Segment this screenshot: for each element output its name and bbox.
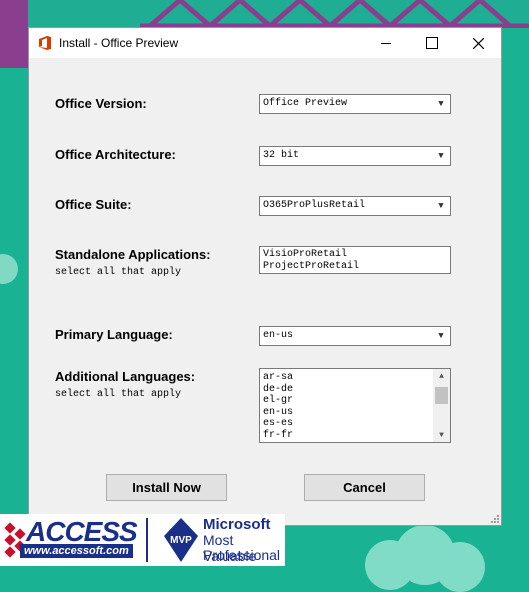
sponsor-banner: ACCESS www.accessoft.com MVP Microsoft M… <box>0 514 285 566</box>
primary-language-select[interactable]: en-us ▼ <box>259 326 451 346</box>
title-bar: Install - Office Preview <box>29 28 501 58</box>
maximize-button[interactable] <box>409 28 455 58</box>
office-suite-select[interactable]: O365ProPlusRetail ▼ <box>259 196 451 216</box>
scrollbar-thumb[interactable] <box>435 387 448 404</box>
mvp-microsoft: Microsoft <box>203 516 271 533</box>
additional-languages-hint: select all that apply <box>55 389 182 400</box>
mvp-badge-text: MVP <box>170 535 192 546</box>
languages-scrollbar[interactable]: ▲ ▼ <box>433 369 450 442</box>
access-url: www.accessoft.com <box>20 544 133 558</box>
resize-grip-icon[interactable] <box>489 513 499 523</box>
window-title: Install - Office Preview <box>59 36 179 50</box>
background-cloud <box>365 520 485 592</box>
scroll-up-icon[interactable]: ▲ <box>433 369 450 383</box>
list-item[interactable]: fr-fr <box>260 430 450 442</box>
office-architecture-select[interactable]: 32 bit ▼ <box>259 146 451 166</box>
standalone-apps-hint: select all that apply <box>55 267 182 278</box>
background-purple-block <box>0 0 28 68</box>
office-architecture-label: Office Architecture: <box>55 147 176 162</box>
list-item[interactable]: es-es <box>260 418 450 430</box>
chevron-down-icon: ▼ <box>438 99 444 109</box>
primary-language-value: en-us <box>263 330 294 341</box>
cancel-button[interactable]: Cancel <box>304 474 425 501</box>
chevron-down-icon: ▼ <box>438 151 444 161</box>
background-circle <box>0 254 18 284</box>
additional-languages-label: Additional Languages: <box>55 369 196 384</box>
standalone-apps-label: Standalone Applications: <box>55 247 211 262</box>
install-now-button[interactable]: Install Now <box>106 474 227 501</box>
banner-divider <box>146 518 148 562</box>
scroll-down-icon[interactable]: ▼ <box>433 428 450 442</box>
office-version-value: Office Preview <box>263 98 348 109</box>
list-item[interactable]: de-de <box>260 384 450 396</box>
standalone-apps-list[interactable]: VisioProRetail ProjectProRetail <box>259 246 451 274</box>
list-item[interactable]: el-gr <box>260 395 450 407</box>
chevron-down-icon: ▼ <box>438 201 444 211</box>
minimize-icon <box>381 42 391 44</box>
close-button[interactable] <box>455 28 501 58</box>
primary-language-label: Primary Language: <box>55 327 173 342</box>
list-item[interactable]: VisioProRetail <box>260 249 450 261</box>
office-version-label: Office Version: <box>55 96 147 111</box>
mvp-badge-icon: MVP <box>164 518 198 562</box>
office-architecture-value: 32 bit <box>263 150 300 161</box>
close-icon <box>472 37 484 49</box>
background-truss-decoration <box>140 0 529 28</box>
list-item[interactable]: ProjectProRetail <box>260 261 450 273</box>
list-item[interactable]: ar-sa <box>260 372 450 384</box>
office-icon <box>39 36 51 50</box>
minimize-button[interactable] <box>363 28 409 58</box>
maximize-icon <box>426 37 438 49</box>
list-item[interactable]: en-us <box>260 407 450 419</box>
office-suite-label: Office Suite: <box>55 197 132 212</box>
office-version-select[interactable]: Office Preview ▼ <box>259 94 451 114</box>
mvp-professional: Professional <box>203 547 281 563</box>
office-suite-value: O365ProPlusRetail <box>263 200 366 211</box>
install-dialog: Install - Office Preview Office Version:… <box>28 27 502 526</box>
additional-languages-list[interactable]: ar-sa de-de el-gr en-us es-es fr-fr ▲ ▼ <box>259 368 451 443</box>
chevron-down-icon: ▼ <box>438 331 444 341</box>
